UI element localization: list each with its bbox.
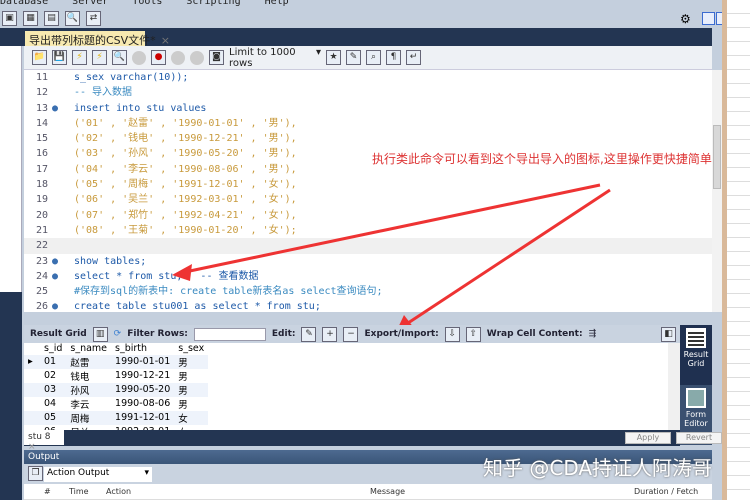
add-row-icon[interactable]: + [322, 326, 338, 342]
panel-toggle-icon[interactable]: ◧ [661, 326, 676, 342]
result-grid-label: Result Grid [30, 329, 87, 339]
watermark: 知乎 @CDA持证人阿涛哥 [483, 456, 713, 480]
result-side-panel: Result Grid Form Editor [680, 325, 712, 445]
table-cell[interactable]: 1991-12-01 [111, 410, 175, 425]
row-indicator [24, 397, 40, 411]
table-cell[interactable]: 04 [40, 397, 66, 411]
output-columns: # Time Action Message Duration / Fetch [24, 484, 712, 500]
table-row[interactable]: ▸ 01 赵雷 1990-01-01 男 [24, 354, 209, 369]
table-cell[interactable]: 05 [40, 410, 67, 425]
column-header[interactable]: s_name [66, 343, 111, 355]
import-icon[interactable]: ⇧ [465, 326, 481, 342]
table-row[interactable]: 05 周梅 1991-12-01 女 [24, 410, 209, 425]
col-duration: Duration / Fetch [634, 487, 699, 496]
table-cell[interactable]: 男 [174, 397, 208, 411]
row-indicator: ▸ [24, 354, 40, 369]
result-tabbar [24, 430, 680, 446]
table-cell[interactable]: 02 [40, 369, 66, 383]
table-cell[interactable]: 男 [174, 382, 209, 397]
result-grid: s_id s_name s_birth s_sex ▸ 01 赵雷 1990-01-01 男 02… [24, 343, 680, 439]
result-grid-button[interactable]: Result Grid [680, 325, 712, 385]
result-toolbar: Result Grid ▥ ⟳ Filter Rows: Edit: ✎ + −… [24, 325, 680, 343]
delete-row-icon[interactable]: − [343, 326, 359, 342]
table-row[interactable]: 04 李云 1990-08-06 男 [24, 397, 208, 411]
apply-button[interactable]: Apply [625, 432, 671, 444]
filter-input[interactable] [193, 327, 266, 341]
column-header[interactable]: s_sex [174, 343, 208, 355]
result-tab-label: stu 8 [28, 432, 51, 442]
table-cell[interactable]: 03 [40, 382, 67, 397]
col-message: Message [370, 487, 406, 496]
edit-label: Edit: [271, 329, 296, 339]
table-cell[interactable]: 男 [174, 369, 208, 383]
output-type-select[interactable]: Action Output ▾ [44, 467, 152, 482]
refresh-icon[interactable]: ⟳ [114, 329, 122, 339]
table-cell[interactable]: 1990-01-01 [111, 354, 175, 369]
arrow-line-2 [404, 188, 611, 327]
grid-scrollbar[interactable] [668, 343, 680, 430]
table-cell[interactable]: 赵雷 [66, 354, 112, 369]
form-icon [686, 388, 706, 408]
table-cell[interactable]: 1990-05-20 [111, 382, 175, 397]
row-indicator [24, 410, 40, 425]
column-header[interactable]: s_birth [111, 343, 174, 355]
table-cell[interactable]: 1990-12-21 [111, 369, 174, 383]
result-tab[interactable]: stu 8 × [24, 430, 64, 452]
grid-icon [686, 328, 706, 348]
output-select-label: Action Output [47, 468, 110, 478]
copy-icon[interactable]: ❐ [28, 466, 43, 481]
filter-label: Filter Rows: [127, 329, 188, 339]
table-row[interactable]: 03 孙风 1990-05-20 男 [24, 382, 209, 397]
table-cell[interactable]: 1990-08-06 [111, 397, 174, 411]
col-time: Time [69, 487, 89, 496]
form-editor-label: Form Editor [684, 410, 708, 428]
col-number: # [44, 487, 51, 496]
export-label: Export/Import: [364, 329, 439, 339]
background-window [722, 0, 750, 500]
table-row[interactable]: 02 钱电 1990-12-21 男 [24, 369, 208, 383]
table-cell[interactable]: 女 [174, 410, 209, 425]
column-header[interactable]: s_id [40, 343, 66, 355]
table-cell[interactable]: 钱电 [66, 369, 111, 383]
row-indicator [24, 369, 40, 383]
edit-row-icon[interactable]: ✎ [301, 326, 317, 342]
col-action: Action [106, 487, 132, 496]
revert-button[interactable]: Revert [676, 432, 722, 444]
table-cell[interactable]: 李云 [66, 397, 111, 411]
chevron-down-icon: ▾ [144, 468, 149, 478]
row-indicator [24, 382, 40, 397]
table-cell[interactable]: 01 [40, 354, 67, 369]
arrow-head-1 [172, 264, 192, 281]
wrap-label: Wrap Cell Content: [486, 329, 583, 339]
result-grid-label: Result Grid [683, 350, 709, 368]
arrow-line-1 [184, 183, 601, 274]
table-cell[interactable]: 周梅 [66, 410, 112, 425]
wrap-cell-icon[interactable]: ⇶ [589, 329, 597, 339]
grid-icon[interactable]: ▥ [92, 326, 108, 342]
table-cell[interactable]: 孙风 [66, 382, 112, 397]
table-cell[interactable]: 男 [174, 354, 209, 369]
export-icon[interactable]: ⇩ [444, 326, 460, 342]
